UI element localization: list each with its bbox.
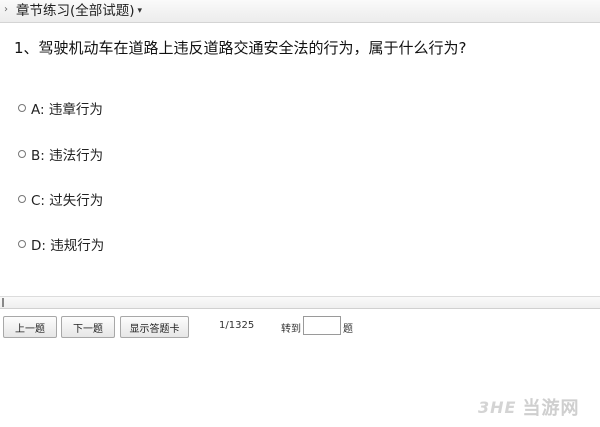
radio-icon[interactable]	[18, 104, 26, 112]
option-d[interactable]: D: 违规行为	[18, 234, 104, 254]
page-indicator: 1/1325	[219, 320, 255, 331]
radio-icon[interactable]	[18, 150, 26, 158]
watermark-text: 当游网	[522, 398, 580, 419]
prev-question-button[interactable]: 上一题	[3, 316, 57, 338]
horizontal-scrollbar[interactable]	[0, 296, 600, 309]
option-label: B: 违法行为	[31, 148, 104, 164]
goto-question-input[interactable]	[303, 316, 341, 335]
question-text: 1、驾驶机动车在道路上违反道路交通安全法的行为，属于什么行为?	[14, 39, 467, 57]
chevron-down-icon: ▾	[137, 6, 143, 16]
goto-label: 转到	[281, 324, 301, 335]
radio-icon[interactable]	[18, 195, 26, 203]
option-b[interactable]: B: 违法行为	[18, 144, 103, 164]
chapter-toolbar: › 章节练习(全部试题) ▾	[0, 0, 600, 23]
option-label: A: 违章行为	[31, 102, 103, 118]
option-c[interactable]: C: 过失行为	[18, 189, 103, 209]
watermark-logo: 3HE	[478, 397, 517, 417]
chapter-title: 章节练习(全部试题)	[16, 3, 135, 19]
option-a[interactable]: A: 违章行为	[18, 98, 103, 118]
option-label: D: 违规行为	[31, 238, 105, 254]
chapter-select[interactable]: 章节练习(全部试题) ▾	[16, 2, 142, 20]
option-label: C: 过失行为	[31, 193, 104, 209]
next-question-button[interactable]: 下一题	[61, 316, 115, 338]
chevron-right-icon: ›	[4, 4, 8, 15]
radio-icon[interactable]	[18, 240, 26, 248]
watermark: 3HE 当游网	[478, 394, 579, 420]
scrollbar-thumb[interactable]	[2, 298, 4, 307]
show-answer-card-button[interactable]: 显示答题卡	[120, 316, 189, 338]
goto-suffix: 题	[343, 324, 353, 335]
